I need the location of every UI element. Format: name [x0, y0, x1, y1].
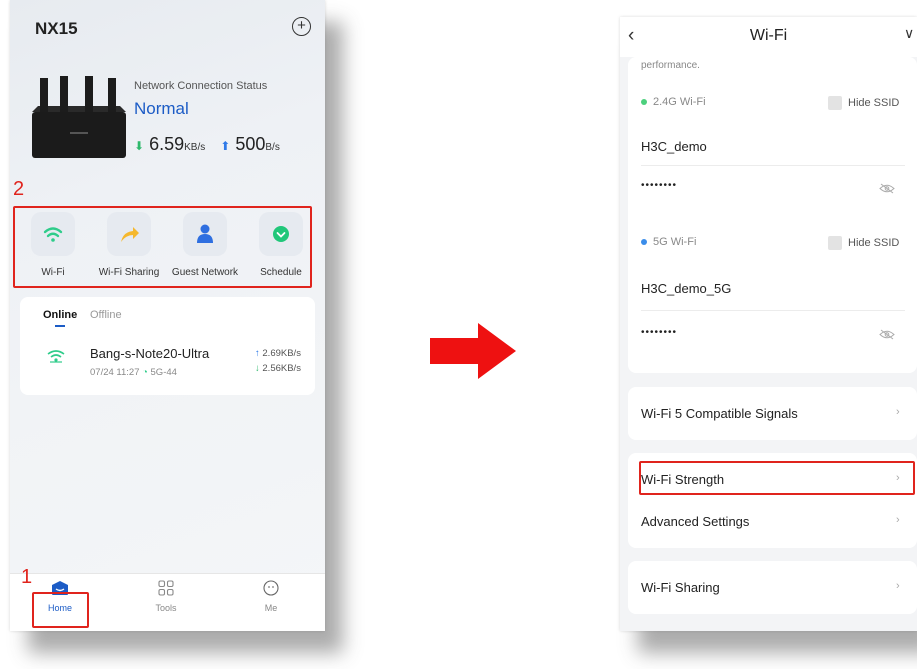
speed-readout: ⬇ 6.59KB/s ⬆ 500B/s [134, 134, 280, 155]
band-5-label: 5G Wi-Fi [641, 236, 696, 248]
page-title: Wi-Fi [749, 27, 788, 44]
chevron-down-icon[interactable]: ∨ [904, 25, 914, 42]
up-arrow-icon: ↑ [255, 348, 260, 359]
band-5-text: 5G Wi-Fi [653, 236, 697, 248]
wifi-sharing-row[interactable]: Wi-Fi Sharing › [628, 561, 917, 614]
password-5-field[interactable]: •••••••• [641, 327, 677, 338]
upload-unit: B/s [265, 142, 280, 153]
device-up-value: 2.69KB/s [262, 348, 301, 359]
download-unit: KB/s [184, 142, 206, 153]
device-wifi-icon [47, 350, 65, 363]
device-time: 07/24 11:27 [90, 367, 140, 378]
ssid-24-field[interactable]: H3C_demo [641, 139, 707, 154]
truncated-description: performance. [641, 60, 700, 71]
band-5-dot [641, 239, 647, 246]
annotation-box-quick-actions [13, 206, 312, 288]
me-face-icon [263, 580, 279, 596]
divider [641, 165, 905, 166]
password-24-field[interactable]: •••••••• [641, 180, 677, 191]
device-band: 5G-44 [150, 367, 177, 378]
home-screen: NX15 + Network Connection Status Normal … [10, 0, 325, 631]
nav-me-label: Me [264, 603, 278, 613]
device-meta: 07/24 11:27 ◔ 5G-44 [90, 367, 177, 378]
down-arrow-icon: ↓ [255, 363, 260, 374]
compatible-signals-label: Wi-Fi 5 Compatible Signals [641, 406, 798, 421]
hide-ssid-5-checkbox[interactable] [828, 236, 842, 250]
network-status-value: Normal [134, 99, 189, 118]
band-24-label: 2.4G Wi-Fi [641, 96, 706, 108]
add-device-button[interactable]: + [292, 17, 311, 36]
devices-card: Online Offline Bang-s-Note20-Ultra 07/24… [20, 297, 315, 395]
advanced-settings-label[interactable]: Advanced Settings [641, 514, 749, 529]
band-wifi-icon: ◔ [142, 367, 148, 378]
device-down-value: 2.56KB/s [262, 363, 301, 374]
chevron-right-icon: › [896, 514, 900, 526]
upload-arrow-icon: ⬆ [220, 139, 231, 153]
divider [641, 310, 905, 311]
annotation-number-1: 1 [21, 566, 33, 588]
hide-password-eye-icon[interactable] [879, 183, 895, 194]
router-image [32, 76, 126, 158]
tab-offline[interactable]: Offline [90, 309, 122, 321]
device-download-rate: ↓ 2.56KB/s [255, 363, 301, 374]
nav-tools[interactable]: Tools [136, 580, 196, 613]
annotation-number-2: 2 [13, 178, 25, 200]
download-arrow-icon: ⬇ [134, 139, 145, 153]
wifi-sharing-label: Wi-Fi Sharing [641, 580, 720, 595]
router-model-title: NX15 [35, 19, 78, 38]
annotation-box-home [32, 592, 89, 628]
top-bar: ‹ Wi-Fi ∨ [620, 17, 917, 57]
annotation-box-wifi-strength [639, 461, 915, 495]
compatible-signals-row[interactable]: Wi-Fi 5 Compatible Signals › [628, 387, 917, 440]
download-speed: 6.59 [149, 134, 185, 154]
device-name[interactable]: Bang-s-Note20-Ultra [90, 346, 209, 361]
band-24-text: 2.4G Wi-Fi [653, 96, 706, 108]
nav-tools-label: Tools [155, 603, 177, 613]
nav-me[interactable]: Me [241, 580, 301, 613]
chevron-right-icon: › [896, 580, 900, 592]
network-status-label: Network Connection Status [134, 80, 268, 92]
tab-underline [55, 325, 65, 327]
hide-password-eye-icon[interactable] [879, 329, 895, 340]
upload-speed: 500 [235, 134, 266, 154]
chevron-right-icon: › [896, 406, 900, 418]
hide-ssid-5-label: Hide SSID [848, 237, 900, 249]
wifi-settings-screen: ‹ Wi-Fi ∨ performance. 2.4G Wi-Fi Hide S… [620, 17, 917, 631]
ssid-5-field[interactable]: H3C_demo_5G [641, 281, 731, 296]
band-24-dot [641, 99, 647, 106]
hide-ssid-24-checkbox[interactable] [828, 96, 842, 110]
tools-grid-icon [158, 580, 174, 596]
transition-arrow-icon [430, 323, 516, 379]
hide-ssid-24-label: Hide SSID [848, 97, 900, 109]
tab-online[interactable]: Online [43, 309, 77, 321]
wifi-settings-card: performance. 2.4G Wi-Fi Hide SSID H3C_de… [628, 57, 917, 373]
device-upload-rate: ↑ 2.69KB/s [255, 348, 301, 359]
